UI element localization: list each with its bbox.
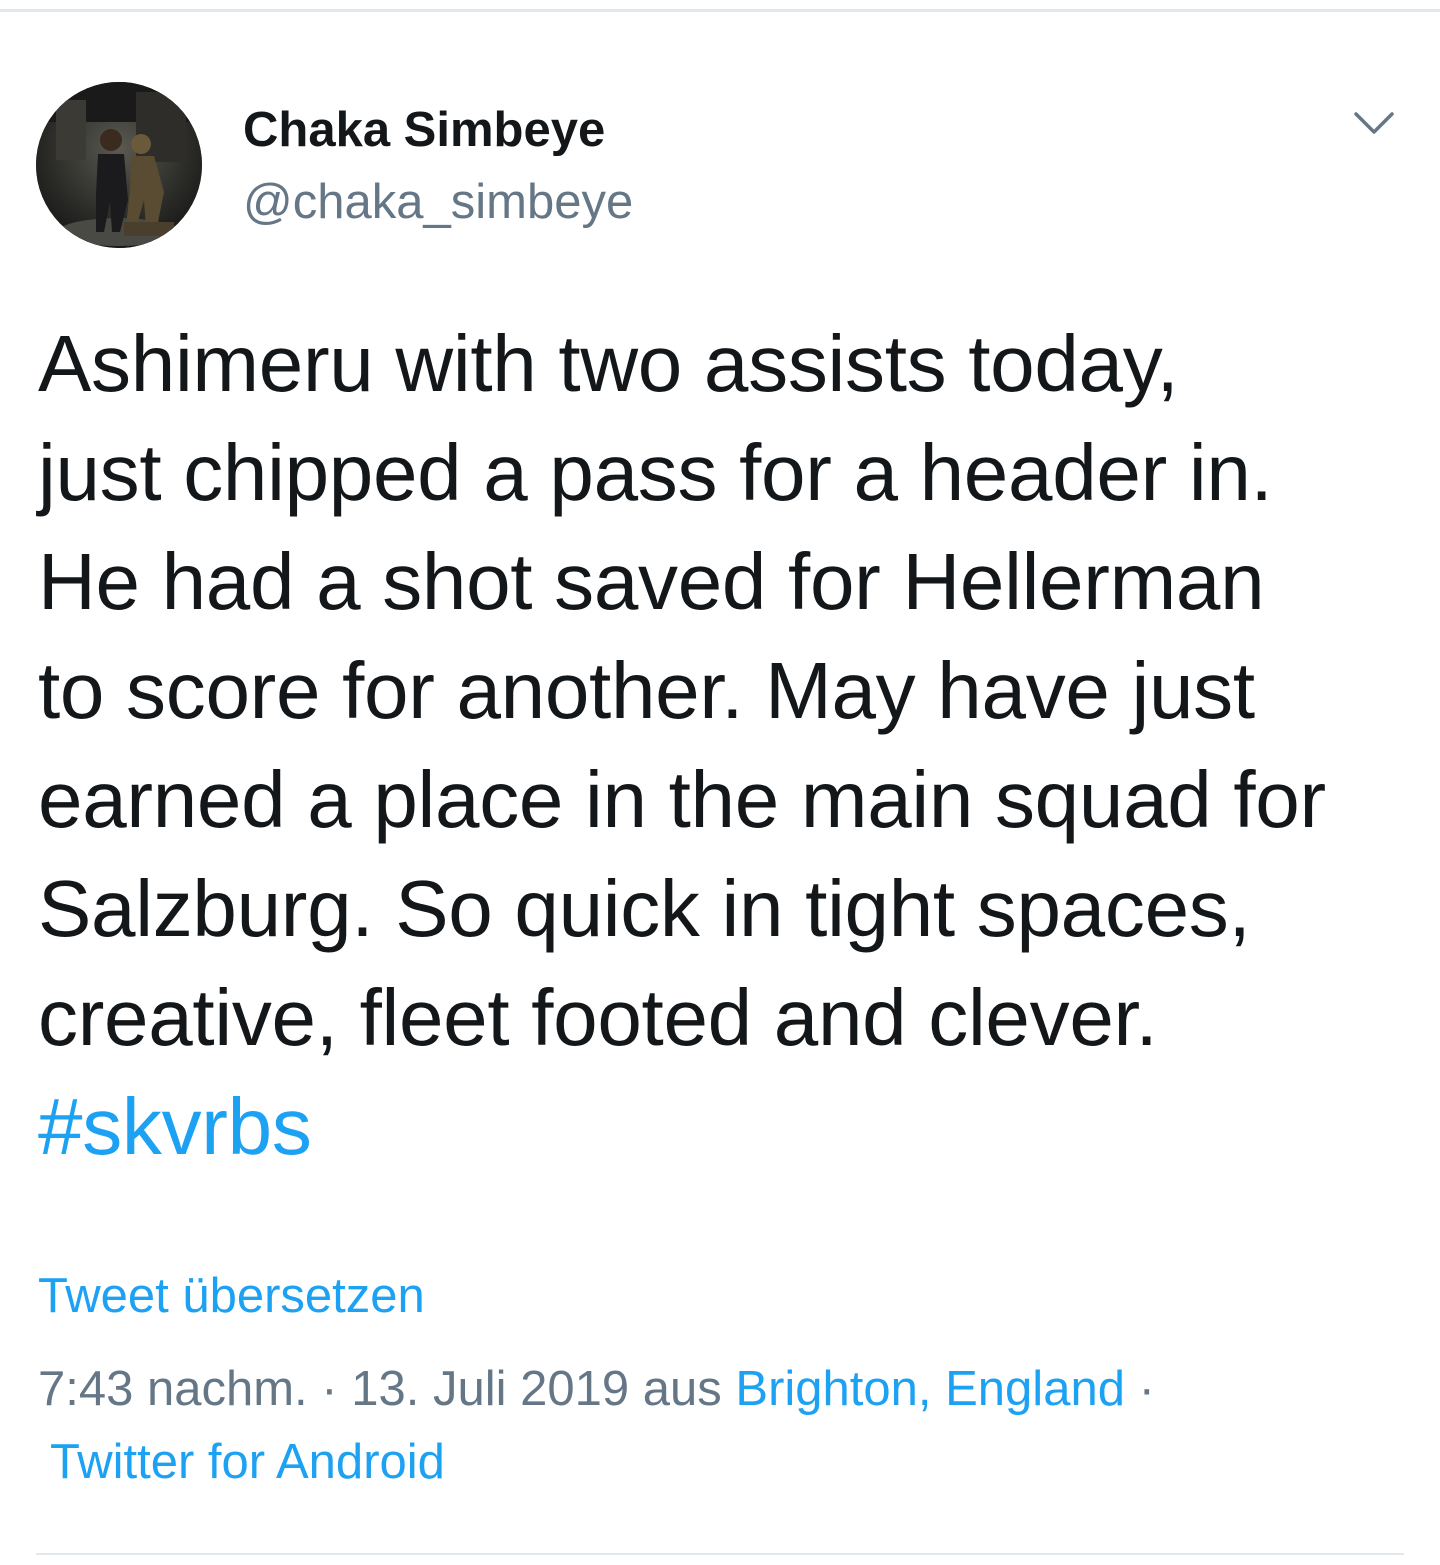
tweet-date[interactable]: 13. Juli 2019 [351, 1362, 629, 1416]
tweet-text-line: to score for another. May have just [38, 646, 1255, 735]
source-link[interactable]: Twitter for Android [50, 1432, 445, 1492]
meta-separator: · [1138, 1362, 1155, 1416]
author-display-name[interactable]: Chaka Simbeye [243, 100, 605, 160]
tweet-time[interactable]: 7:43 nachm. [38, 1362, 308, 1416]
tweet-text-line: earned a place in the main squad for [38, 755, 1326, 844]
tweet-text-line: creative, fleet footed and clever. [38, 973, 1158, 1062]
hashtag-link[interactable]: #skvrbs [38, 1072, 1418, 1181]
tweet-text-line: Ashimeru with two assists today, [38, 319, 1179, 408]
top-divider [0, 9, 1440, 12]
tweet-text-line: just chipped a pass for a header in. [38, 428, 1273, 517]
chevron-down-icon[interactable] [1350, 104, 1398, 140]
author-handle[interactable]: @chaka_simbeye [243, 172, 633, 232]
tweet-text-line: Salzburg. So quick in tight spaces, [38, 864, 1251, 953]
meta-separator: · [321, 1362, 338, 1416]
avatar-photo [36, 82, 202, 248]
from-label: aus [642, 1362, 722, 1416]
tweet-text: Ashimeru with two assists today, just ch… [38, 309, 1418, 1181]
location-link[interactable]: Brighton, England [735, 1362, 1125, 1416]
translate-tweet-link[interactable]: Tweet übersetzen [38, 1266, 425, 1326]
bottom-divider [36, 1553, 1404, 1555]
tweet-meta: 7:43 nachm. · 13. Juli 2019 aus Brighton… [38, 1359, 1155, 1419]
avatar[interactable] [36, 82, 202, 248]
tweet-text-line: He had a shot saved for Hellerman [38, 537, 1265, 626]
